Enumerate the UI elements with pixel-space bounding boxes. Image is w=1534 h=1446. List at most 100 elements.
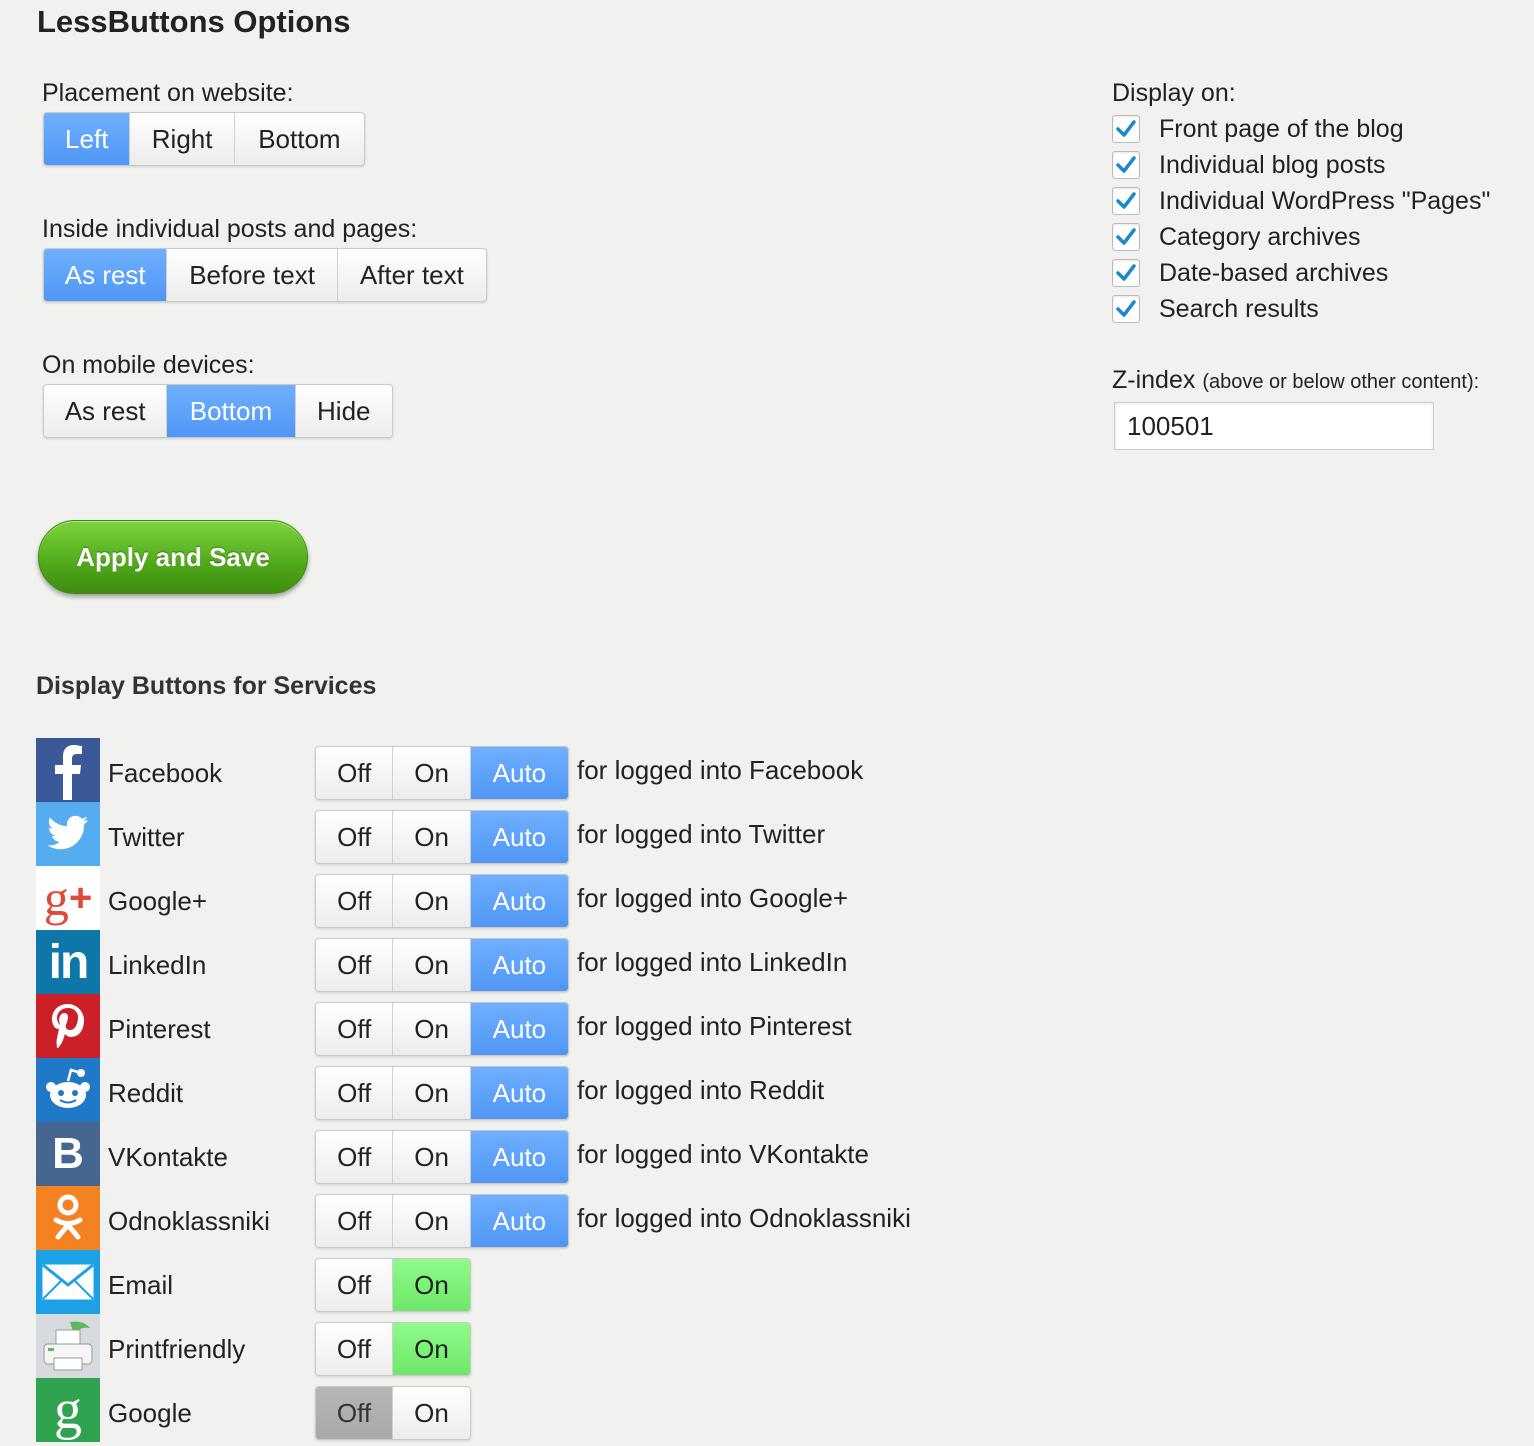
linkedin-mode-control: Off On Auto [315, 938, 569, 992]
vkontakte-mode-control: Off On Auto [315, 1130, 569, 1184]
placement-label: Placement on website: [42, 79, 294, 107]
google-bookmarks-icon: g [36, 1378, 100, 1442]
email-mode-control: Off On [315, 1258, 471, 1312]
mobile-as-rest-option[interactable]: As rest [44, 385, 168, 437]
twitter-off-option[interactable]: Off [316, 811, 394, 863]
service-name: Google [108, 1398, 192, 1428]
service-name: Google+ [108, 886, 208, 916]
twitter-icon [36, 802, 100, 866]
vkontakte-auto-option[interactable]: Auto [470, 1131, 568, 1183]
odnoklassniki-off-option[interactable]: Off [316, 1195, 394, 1247]
email-icon [36, 1250, 100, 1314]
placement-bottom-option[interactable]: Bottom [235, 113, 364, 165]
display-front-page-row: Front page of the blog [1112, 113, 1404, 145]
printfriendly-on-option[interactable]: On [393, 1323, 470, 1375]
display-search-row: Search results [1112, 293, 1319, 325]
service-note: for logged into Facebook [577, 755, 864, 785]
pinterest-auto-option[interactable]: Auto [470, 1003, 568, 1055]
display-category-row: Category archives [1112, 221, 1360, 253]
inside-posts-label: Inside individual posts and pages: [42, 215, 418, 243]
google-on-option[interactable]: On [393, 1387, 470, 1439]
reddit-off-option[interactable]: Off [316, 1067, 394, 1119]
google-off-option[interactable]: Off [316, 1387, 393, 1439]
linkedin-auto-option[interactable]: Auto [470, 939, 568, 991]
pinterest-off-option[interactable]: Off [316, 1003, 394, 1055]
date-archives-label: Date-based archives [1159, 258, 1389, 287]
inside-after-text-option[interactable]: After text [338, 249, 486, 301]
twitter-on-option[interactable]: On [393, 811, 471, 863]
category-archives-checkbox[interactable] [1112, 223, 1140, 251]
page-title: LessButtons Options [37, 4, 351, 39]
twitter-auto-option[interactable]: Auto [470, 811, 568, 863]
inside-posts-segmented-control: As rest Before text After text [43, 248, 487, 302]
service-row-vkontakte: B VKontakte Off On Auto for logged into … [36, 1122, 1036, 1186]
category-archives-label: Category archives [1159, 222, 1361, 251]
service-note: for logged into Reddit [577, 1075, 825, 1105]
email-off-option[interactable]: Off [316, 1259, 393, 1311]
service-name: Email [108, 1270, 174, 1300]
pinterest-on-option[interactable]: On [393, 1003, 471, 1055]
odnoklassniki-auto-option[interactable]: Auto [470, 1195, 568, 1247]
placement-right-option[interactable]: Right [130, 113, 235, 165]
facebook-off-option[interactable]: Off [316, 747, 394, 799]
zindex-label-text: Z-index [1112, 366, 1196, 394]
service-row-google-plus: g + Google+ Off On Auto for logged into G… [36, 866, 1036, 930]
front-page-checkbox[interactable] [1112, 115, 1140, 143]
linkedin-on-option[interactable]: On [393, 939, 471, 991]
mobile-bottom-option[interactable]: Bottom [167, 385, 296, 437]
facebook-mode-control: Off On Auto [315, 746, 569, 800]
vkontakte-on-option[interactable]: On [393, 1131, 471, 1183]
pinterest-icon [36, 994, 100, 1058]
zindex-label: Z-index (above or below other content): [1112, 366, 1479, 395]
service-row-pinterest: Pinterest Off On Auto for logged into Pi… [36, 994, 1036, 1058]
search-results-label: Search results [1159, 294, 1319, 323]
reddit-auto-option[interactable]: Auto [470, 1067, 568, 1119]
google-plus-off-option[interactable]: Off [316, 875, 394, 927]
odnoklassniki-on-option[interactable]: On [393, 1195, 471, 1247]
service-note: for logged into Twitter [577, 819, 826, 849]
mobile-hide-option[interactable]: Hide [296, 385, 392, 437]
service-name: Printfriendly [108, 1334, 246, 1364]
display-blog-posts-row: Individual blog posts [1112, 149, 1386, 181]
service-row-facebook: Facebook Off On Auto for logged into Fac… [36, 738, 1036, 802]
service-note: for logged into Odnoklassniki [577, 1203, 911, 1233]
linkedin-off-option[interactable]: Off [316, 939, 394, 991]
odnoklassniki-mode-control: Off On Auto [315, 1194, 569, 1248]
front-page-label: Front page of the blog [1159, 114, 1404, 143]
pinterest-mode-control: Off On Auto [315, 1002, 569, 1056]
blog-posts-checkbox[interactable] [1112, 151, 1140, 179]
service-row-reddit: Reddit Off On Auto for logged into Reddi… [36, 1058, 1036, 1122]
service-note: for logged into VKontakte [577, 1139, 869, 1169]
vkontakte-off-option[interactable]: Off [316, 1131, 394, 1183]
search-results-checkbox[interactable] [1112, 295, 1140, 323]
services-title: Display Buttons for Services [36, 672, 377, 700]
display-pages-row: Individual WordPress "Pages" [1112, 185, 1490, 217]
facebook-icon [36, 738, 100, 802]
email-on-option[interactable]: On [393, 1259, 470, 1311]
blog-posts-label: Individual blog posts [1159, 150, 1386, 179]
service-note: for logged into Pinterest [577, 1011, 852, 1041]
facebook-on-option[interactable]: On [393, 747, 471, 799]
pages-label: Individual WordPress "Pages" [1159, 186, 1491, 215]
printer-icon [36, 1314, 100, 1378]
inside-as-rest-option[interactable]: As rest [44, 249, 168, 301]
checkmark-icon [1116, 192, 1136, 209]
mobile-segmented-control: As rest Bottom Hide [43, 384, 393, 438]
service-row-linkedin: in LinkedIn Off On Auto for logged into … [36, 930, 1036, 994]
printfriendly-off-option[interactable]: Off [316, 1323, 393, 1375]
display-date-row: Date-based archives [1112, 257, 1388, 289]
facebook-auto-option[interactable]: Auto [470, 747, 568, 799]
date-archives-checkbox[interactable] [1112, 259, 1140, 287]
inside-before-text-option[interactable]: Before text [167, 249, 338, 301]
google-plus-auto-option[interactable]: Auto [470, 875, 568, 927]
pages-checkbox[interactable] [1112, 187, 1140, 215]
apply-and-save-button[interactable]: Apply and Save [38, 520, 308, 594]
zindex-input[interactable] [1114, 402, 1434, 450]
placement-left-option[interactable]: Left [44, 113, 131, 165]
service-note: for logged into Google+ [577, 883, 849, 913]
placement-segmented-control: Left Right Bottom [43, 112, 365, 166]
reddit-on-option[interactable]: On [393, 1067, 471, 1119]
checkmark-icon [1116, 120, 1136, 137]
service-name: Odnoklassniki [108, 1206, 270, 1236]
google-plus-on-option[interactable]: On [393, 875, 471, 927]
